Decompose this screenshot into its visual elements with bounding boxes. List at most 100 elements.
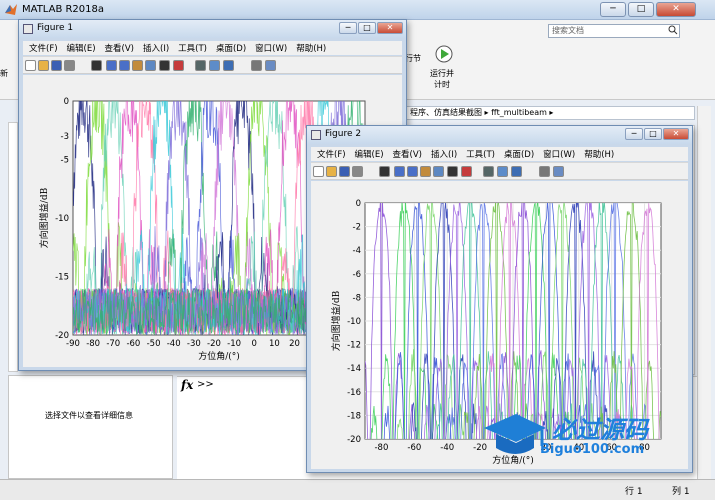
link-plot-icon[interactable]	[483, 166, 494, 177]
colorbar-icon[interactable]	[497, 166, 508, 177]
right-scrollbar[interactable]	[697, 106, 711, 479]
figure1-ytick-label: -15	[55, 273, 69, 283]
figure2-xtick-label: -80	[374, 443, 388, 453]
save-icon[interactable]	[339, 166, 350, 177]
toolstrip-edge-label: 新	[0, 69, 8, 78]
edit-plot-icon[interactable]	[379, 166, 390, 177]
search-docs-input[interactable]: 搜索文档	[548, 24, 680, 38]
figure1-menu-item[interactable]: 插入(I)	[137, 41, 172, 55]
open-file-icon[interactable]	[326, 166, 337, 177]
colorbar-icon[interactable]	[209, 60, 220, 71]
figure2-menu-item[interactable]: 工具(T)	[460, 147, 498, 161]
figure2-ytick-label: -6	[353, 270, 361, 280]
figure2-ytick-label: -10	[347, 317, 361, 327]
show-tools-icon[interactable]	[553, 166, 564, 177]
figure1-menu-item[interactable]: 查看(V)	[99, 41, 137, 55]
zoom-out-icon[interactable]	[407, 166, 418, 177]
figure1-menu-item[interactable]: 帮助(H)	[290, 41, 329, 55]
figure1-ytick-label: -3	[61, 132, 69, 142]
status-col: 列 1	[672, 487, 690, 497]
zoom-out-icon[interactable]	[119, 60, 130, 71]
figure1-title-bar: Figure 1 ─ □ ✕	[19, 20, 406, 38]
figure2-menu-item[interactable]: 插入(I)	[425, 147, 460, 161]
fx-icon: fx	[181, 378, 194, 392]
hide-tools-icon[interactable]	[251, 60, 262, 71]
figure1-maximize-button[interactable]: □	[358, 22, 376, 34]
minimize-button[interactable]: ─	[600, 2, 626, 17]
figure2-close-button[interactable]: ✕	[663, 128, 689, 140]
figure2-menu-item[interactable]: 窗口(W)	[537, 147, 578, 161]
figure1-xlabel: 方位角/(°)	[198, 350, 240, 362]
data-cursor-icon[interactable]	[159, 60, 170, 71]
run-and-time-label-2: 计时	[434, 80, 450, 89]
figure1-xtick-label: 0	[252, 339, 257, 349]
run-section-label[interactable]: 行节	[405, 53, 421, 64]
watermark: 必过源码 Biguo100.com	[482, 408, 687, 464]
figure1-xtick-label: -50	[147, 339, 161, 349]
brush-icon[interactable]	[173, 60, 184, 71]
new-figure-icon[interactable]	[25, 60, 36, 71]
figure1-menu-item[interactable]: 文件(F)	[23, 41, 61, 55]
maximize-button[interactable]: □	[628, 2, 654, 17]
graduation-cap-icon	[484, 414, 546, 454]
watermark-url: Biguo100.com	[540, 442, 645, 457]
figure1-menu-item[interactable]: 桌面(D)	[210, 41, 249, 55]
pan-icon[interactable]	[132, 60, 143, 71]
new-figure-icon[interactable]	[313, 166, 324, 177]
figure1-title: Figure 1	[37, 23, 74, 33]
figure1-ytick-label: 0	[64, 97, 69, 107]
figure1-menu-item[interactable]: 编辑(E)	[61, 41, 99, 55]
close-button[interactable]: ✕	[656, 2, 696, 17]
open-file-icon[interactable]	[38, 60, 49, 71]
run-and-time-label-1: 运行并	[430, 69, 454, 78]
brush-icon[interactable]	[461, 166, 472, 177]
figure1-ytick-label: -5	[61, 156, 69, 166]
figure2-maximize-button[interactable]: □	[644, 128, 662, 140]
rotate-icon[interactable]	[145, 60, 156, 71]
figure2-menu-item[interactable]: 编辑(E)	[349, 147, 387, 161]
figure2-title: Figure 2	[325, 129, 362, 139]
figure1-ytick-label: -10	[55, 214, 69, 224]
figure2-xtick-label: -60	[407, 443, 421, 453]
legend-icon[interactable]	[223, 60, 234, 71]
run-and-time-icon[interactable]	[433, 43, 455, 65]
zoom-in-icon[interactable]	[106, 60, 117, 71]
details-text: 选择文件以查看详细信息	[45, 411, 133, 420]
figure2-ytick-label: -18	[347, 411, 361, 421]
print-icon[interactable]	[64, 60, 75, 71]
link-plot-icon[interactable]	[195, 60, 206, 71]
matlab-logo-icon	[5, 4, 17, 15]
current-folder-path[interactable]: 程序、仿真结果截图 ▸ fft_multibeam ▸	[405, 106, 695, 120]
main-title: MATLAB R2018a	[22, 4, 105, 15]
figure2-menu-item[interactable]: 文件(F)	[311, 147, 349, 161]
figure2-minimize-button[interactable]: ─	[625, 128, 643, 140]
figure2-menu-item[interactable]: 桌面(D)	[498, 147, 537, 161]
figure1-close-button[interactable]: ✕	[377, 22, 403, 34]
figure2-ytick-label: -2	[353, 223, 361, 233]
pan-icon[interactable]	[420, 166, 431, 177]
zoom-in-icon[interactable]	[394, 166, 405, 177]
print-icon[interactable]	[352, 166, 363, 177]
main-title-bar: MATLAB R2018a ─ □ ✕	[0, 0, 715, 20]
figure2-xtick-label: -40	[440, 443, 454, 453]
figure1-minimize-button[interactable]: ─	[339, 22, 357, 34]
figure1-menu-item[interactable]: 窗口(W)	[249, 41, 290, 55]
figure1-xtick-label: 20	[289, 339, 300, 349]
hide-tools-icon[interactable]	[539, 166, 550, 177]
rotate-icon[interactable]	[433, 166, 444, 177]
figure2-menu-item[interactable]: 查看(V)	[387, 147, 425, 161]
figure2-menu-item[interactable]: 帮助(H)	[578, 147, 617, 161]
data-cursor-icon[interactable]	[447, 166, 458, 177]
legend-icon[interactable]	[511, 166, 522, 177]
figure2-ytick-label: -8	[353, 293, 361, 303]
figure1-xtick-label: -90	[66, 339, 80, 349]
run-and-time-button[interactable]: 运行并 计时	[430, 68, 454, 90]
edit-plot-icon[interactable]	[91, 60, 102, 71]
search-icon[interactable]	[668, 25, 678, 35]
figure2-ylabel: 方向图增益/dB	[330, 290, 342, 351]
save-icon[interactable]	[51, 60, 62, 71]
show-tools-icon[interactable]	[265, 60, 276, 71]
status-row: 行 1	[625, 487, 643, 497]
status-bar: 行 1 列 1	[0, 479, 715, 500]
figure1-menu-item[interactable]: 工具(T)	[172, 41, 210, 55]
